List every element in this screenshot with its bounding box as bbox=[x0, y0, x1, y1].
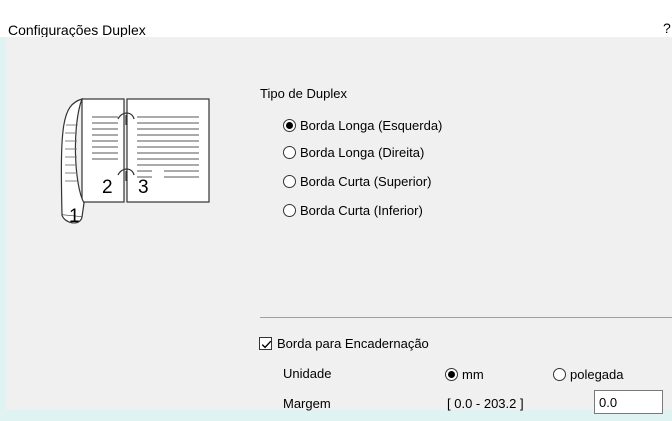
radio-button[interactable] bbox=[283, 118, 296, 132]
window-title: Configurações Duplex bbox=[8, 22, 146, 38]
radio-label: Borda Curta (Superior) bbox=[300, 173, 432, 189]
radio-label: Borda Curta (Inferior) bbox=[300, 202, 423, 218]
page-number-3: 3 bbox=[138, 177, 149, 198]
binding-offset-checkbox[interactable] bbox=[259, 337, 272, 350]
duplex-type-heading: Tipo de Duplex bbox=[260, 86, 347, 101]
binding-offset-label: Borda para Encadernação bbox=[277, 336, 429, 351]
title-bar: Configurações Duplex ? bbox=[0, 0, 672, 38]
radio-long-edge-left[interactable]: Borda Longa (Esquerda) bbox=[283, 116, 442, 134]
page-number-1: 1 bbox=[69, 206, 80, 227]
radio-button[interactable] bbox=[553, 367, 566, 381]
page-number-2: 2 bbox=[102, 177, 113, 198]
margin-label: Margem bbox=[283, 396, 331, 411]
margin-range: [ 0.0 - 203.2 ] bbox=[447, 396, 524, 411]
margin-input[interactable] bbox=[594, 390, 663, 414]
duplex-book-illustration: 1 2 3 bbox=[60, 98, 210, 227]
radio-unit-mm[interactable]: mm bbox=[445, 365, 484, 383]
help-button[interactable]: ? bbox=[663, 20, 671, 36]
radio-label: Borda Longa (Esquerda) bbox=[300, 117, 443, 133]
radio-button[interactable] bbox=[283, 203, 296, 217]
radio-short-edge-top[interactable]: Borda Curta (Superior) bbox=[283, 172, 432, 190]
radio-button[interactable] bbox=[283, 174, 296, 188]
radio-button[interactable] bbox=[445, 367, 458, 381]
separator bbox=[260, 317, 672, 318]
radio-long-edge-right[interactable]: Borda Longa (Direita) bbox=[283, 143, 424, 161]
radio-short-edge-bottom[interactable]: Borda Curta (Inferior) bbox=[283, 201, 423, 219]
radio-label: polegada bbox=[570, 366, 624, 382]
radio-button[interactable] bbox=[283, 145, 296, 159]
radio-unit-inch[interactable]: polegada bbox=[553, 365, 624, 383]
radio-label: Borda Longa (Direita) bbox=[300, 144, 425, 160]
radio-label: mm bbox=[462, 366, 484, 382]
checkmark-icon bbox=[261, 340, 272, 349]
window-frame-bottom bbox=[0, 410, 672, 421]
unit-label: Unidade bbox=[283, 366, 332, 381]
